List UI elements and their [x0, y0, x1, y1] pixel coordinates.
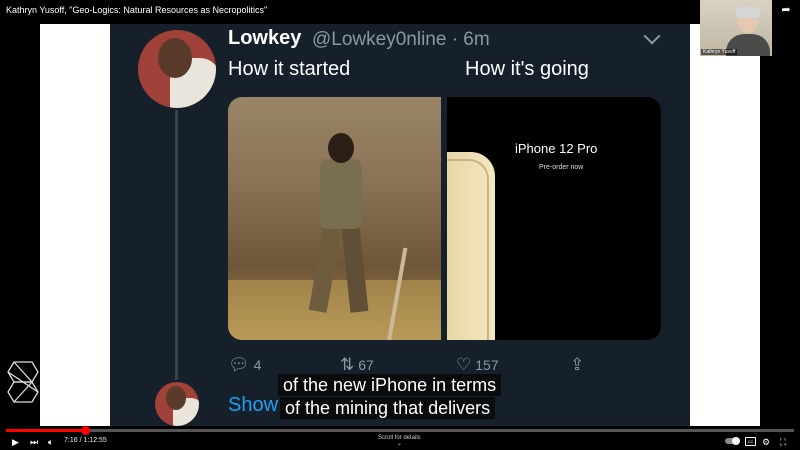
chevron-down-icon: ⌄ — [396, 441, 402, 447]
video-title: Kathryn Yusoff, "Geo-Logics: Natural Res… — [6, 5, 268, 15]
autoplay-toggle[interactable] — [725, 437, 740, 445]
thread-line — [175, 110, 178, 380]
webcam-overlay: Kathryn Yusoff — [700, 0, 772, 56]
share-action[interactable]: ⇪ — [570, 355, 584, 375]
tweet-actions: 💬︎ 4 ⇅ 67 ♡ 157 ⇪ — [228, 355, 628, 375]
like-count: 157 — [475, 357, 499, 373]
mining-photo — [228, 97, 441, 340]
progress-fill — [6, 429, 85, 432]
caption-how-it-started: How it started — [228, 58, 351, 80]
webcam-label: Kathryn Yusoff — [701, 49, 738, 55]
share-icon[interactable]: ➦ — [780, 4, 792, 16]
scroll-for-details[interactable]: Scroll for details ⌄ — [378, 435, 421, 447]
product-subtext: Pre-order now — [539, 164, 584, 171]
slide-left-margin — [40, 24, 110, 426]
reply-action[interactable]: 💬︎ 4 — [228, 355, 261, 375]
iphone-ad: iPhone 12 Pro Pre-order now — [447, 97, 661, 340]
settings-icon[interactable]: ⚙ — [762, 436, 770, 448]
subtitle-line-1: of the new iPhone in terms — [278, 374, 502, 396]
retweet-icon: ⇅ — [340, 355, 355, 374]
fullscreen-icon[interactable]: ⛶ — [780, 436, 786, 448]
next-icon[interactable]: ⏭ — [30, 436, 38, 448]
progress-bar[interactable] — [6, 426, 794, 435]
player-controls: ▶ ⏭ 🔈︎ 7:16 / 1:12:55 Scroll for details… — [0, 434, 800, 450]
subtitle-line-2: of the mining that delivers — [280, 397, 496, 419]
slide-right-margin — [690, 24, 760, 426]
caption-how-its-going: How it's going — [465, 58, 589, 80]
share-tweet-icon: ⇪ — [570, 355, 585, 374]
tweet-author-handle: @Lowkey0nline · 6m — [312, 29, 490, 50]
play-icon[interactable]: ▶ — [12, 436, 19, 448]
product-brand: iPhone 12 Pro — [515, 141, 598, 156]
reply-count: 4 — [253, 357, 262, 373]
heart-icon: ♡ — [456, 355, 472, 374]
volume-icon[interactable]: 🔈︎ — [48, 436, 53, 448]
subtitles-icon[interactable]: CC — [745, 437, 756, 446]
avatar-reply — [155, 382, 199, 426]
channel-logo-icon — [7, 361, 39, 403]
avatar — [138, 30, 216, 108]
reply-icon: 💬︎ — [228, 355, 250, 374]
retweet-action[interactable]: ⇅ 67 — [340, 355, 374, 375]
tweet-author-name[interactable]: Lowkey — [228, 27, 301, 50]
retweet-count: 67 — [358, 357, 374, 373]
show-thread-link[interactable]: Show — [228, 394, 278, 417]
like-action[interactable]: ♡ 157 — [456, 355, 499, 375]
time-display: 7:16 / 1:12:55 — [64, 437, 107, 444]
